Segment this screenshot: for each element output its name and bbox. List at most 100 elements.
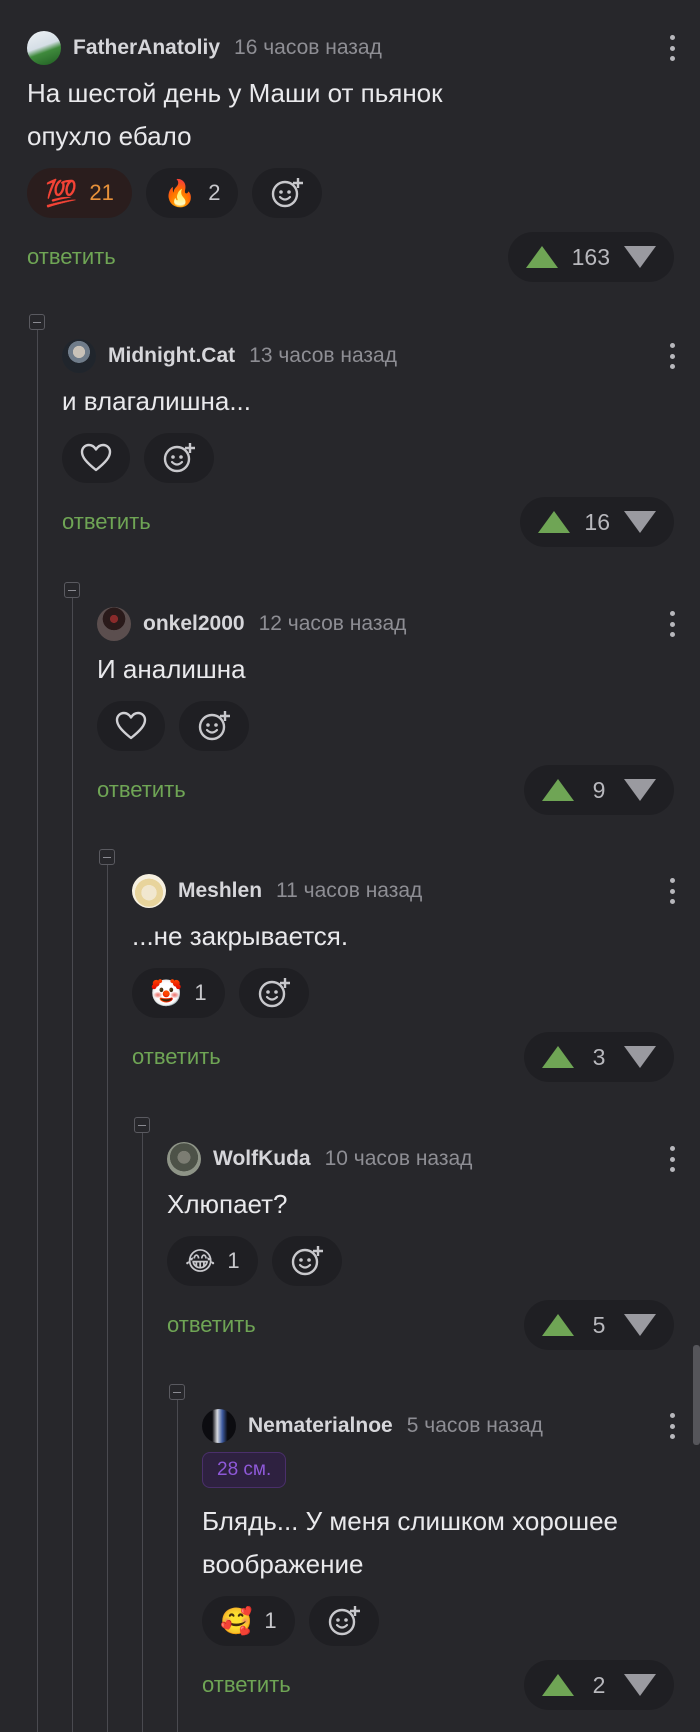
smiling-hearts-emoji-icon: 🥰 [220,1606,253,1636]
avatar[interactable] [202,1409,236,1443]
collapse-thread-button[interactable] [169,1384,185,1400]
add-reaction-button[interactable] [252,168,323,218]
comment-time: 12 часов назад [258,612,407,635]
username[interactable]: onkel2000 [143,612,245,636]
reply-link[interactable]: ответить [202,1672,291,1698]
upvote-icon[interactable] [542,1314,574,1336]
comment: onkel2000 12 часов назад И аналишна отве… [97,606,700,815]
reactions-bar: 🤡 1 [132,968,700,1018]
reaction-count: 2 [208,180,221,205]
comment-time: 10 часов назад [324,1147,473,1170]
collapse-thread-button[interactable] [134,1117,150,1133]
clown-face-emoji-icon: 🤡 [150,978,183,1008]
avatar[interactable] [132,874,166,908]
username[interactable]: Midnight.Cat [108,344,235,368]
fire-emoji-icon: 🔥 [163,178,197,208]
comment-tag[interactable]: 28 см. [202,1452,287,1488]
avatar[interactable] [97,607,131,641]
add-reaction-button[interactable] [179,701,249,751]
username[interactable]: WolfKuda [213,1147,311,1171]
scrollbar[interactable] [693,1345,700,1445]
like-button[interactable] [62,433,130,483]
rating-control: 2 [524,1660,674,1710]
more-options-icon[interactable] [662,875,682,907]
thread-line [107,857,108,1732]
comment-text: И аналишна [97,654,246,684]
add-emoji-icon [272,178,304,208]
add-emoji-icon [291,1246,323,1276]
downvote-icon[interactable] [624,779,656,801]
rating-score: 3 [592,1043,606,1070]
reaction-hundred-points[interactable]: 💯 21 [27,168,132,218]
collapse-thread-button[interactable] [99,849,115,865]
collapse-thread-button[interactable] [64,582,80,598]
rating-score: 5 [592,1311,606,1338]
more-options-icon[interactable] [662,340,682,372]
reaction-fire[interactable]: 🔥 2 [145,168,239,218]
rating-score: 9 [592,776,606,803]
add-reaction-button[interactable] [271,1236,342,1286]
upvote-icon[interactable] [525,246,558,268]
downvote-icon[interactable] [624,246,656,268]
comment-footer: ответить 16 [62,497,700,547]
username[interactable]: FatherAnatoliy [73,36,220,60]
reaction-count: 1 [194,980,207,1005]
upvote-icon[interactable] [542,1674,574,1696]
upvote-icon[interactable] [538,511,571,533]
reaction-laughing[interactable]: 😂 1 [167,1236,258,1286]
heart-icon [80,443,112,472]
reactions-bar: 😂 1 [167,1236,700,1286]
more-options-icon[interactable] [662,1143,682,1175]
comment-footer: ответить 3 [132,1032,700,1082]
reply-link[interactable]: ответить [62,509,151,535]
comment-footer: ответить 2 [202,1660,700,1710]
more-options-icon[interactable] [662,32,682,64]
username[interactable]: Meshlen [178,879,262,903]
comment-header: onkel2000 12 часов назад [97,606,700,642]
comment-time: 16 часов назад [234,36,382,59]
comment: WolfKuda 10 часов назад Хлюпает? 😂 1 отв… [167,1141,700,1350]
comment-text: ...не закрывается. [132,921,349,951]
downvote-icon[interactable] [624,1314,656,1336]
more-options-icon[interactable] [662,608,682,640]
avatar[interactable] [62,339,96,373]
comment: Nematerialnoe 5 часов назад 28 см. Блядь… [202,1408,700,1710]
add-reaction-button[interactable] [238,968,309,1018]
comment-header: FatherAnatoliy 16 часов назад [27,30,700,66]
reactions-bar: 🥰 1 [202,1596,700,1646]
add-reaction-button[interactable] [308,1596,379,1646]
avatar[interactable] [167,1142,201,1176]
username[interactable]: Nematerialnoe [248,1414,393,1438]
comment: FatherAnatoliy 16 часов назад На шестой … [27,30,700,282]
comment-text: Хлюпает? [167,1189,288,1219]
rating-control: 5 [524,1300,674,1350]
like-button[interactable] [97,701,165,751]
reaction-count: 1 [227,1248,240,1273]
reaction-count: 1 [264,1608,277,1633]
collapse-thread-button[interactable] [29,314,45,330]
rating-score: 16 [584,508,610,535]
reply-link[interactable]: ответить [132,1044,221,1070]
reply-link[interactable]: ответить [27,244,116,270]
reactions-bar: 💯 21 🔥 2 [27,168,700,218]
comment-header: WolfKuda 10 часов назад [167,1141,700,1177]
add-emoji-icon [258,978,290,1008]
more-options-icon[interactable] [662,1410,682,1442]
reply-link[interactable]: ответить [97,777,186,803]
reaction-smiling-hearts[interactable]: 🥰 1 [202,1596,295,1646]
comment-text: Блядь... У меня слишком хорошее воображе… [202,1506,619,1579]
downvote-icon[interactable] [624,511,656,533]
downvote-icon[interactable] [624,1046,656,1068]
comment-time: 11 часов назад [276,879,423,902]
upvote-icon[interactable] [542,1046,574,1068]
rating-score: 163 [571,243,610,270]
reaction-clown[interactable]: 🤡 1 [132,968,225,1018]
downvote-icon[interactable] [624,1674,656,1696]
upvote-icon[interactable] [542,779,574,801]
rating-score: 2 [592,1671,606,1698]
reactions-bar [62,433,700,483]
add-reaction-button[interactable] [144,433,214,483]
reply-link[interactable]: ответить [167,1312,256,1338]
avatar[interactable] [27,31,61,65]
comment-header: Midnight.Cat 13 часов назад [62,338,700,374]
